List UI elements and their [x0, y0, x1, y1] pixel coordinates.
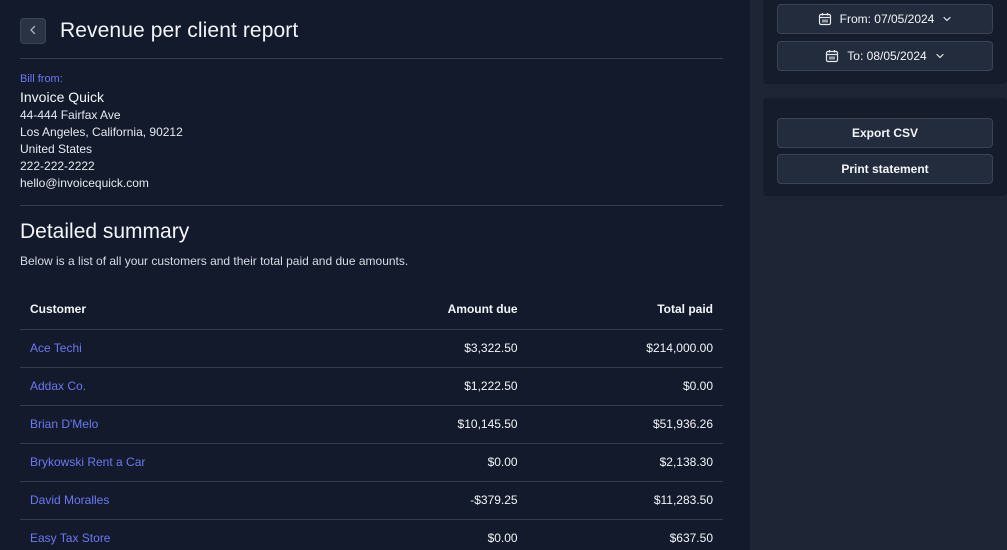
table-row: Brian D'Melo $10,145.50 $51,936.26 — [20, 405, 723, 444]
revenue-table: Customer Amount due Total paid Ace Techi… — [20, 290, 723, 550]
customer-link[interactable]: David Moralles — [30, 493, 109, 507]
customer-link[interactable]: Brykowski Rent a Car — [30, 455, 145, 469]
total-paid-cell: $2,138.30 — [527, 443, 723, 482]
table-row: Ace Techi $3,322.50 $214,000.00 — [20, 329, 723, 368]
right-sidebar: From: 07/05/2024 To: 08/05/2024 Export C… — [750, 0, 1007, 550]
amount-due-cell: -$379.25 — [324, 481, 528, 520]
customer-link[interactable]: Addax Co. — [30, 379, 86, 393]
chevron-left-icon — [28, 22, 38, 40]
column-header-customer[interactable]: Customer — [20, 290, 325, 330]
customer-cell: Brian D'Melo — [20, 405, 325, 444]
amount-due-cell: $3,322.50 — [324, 329, 528, 368]
table-row: David Moralles -$379.25 $11,283.50 — [20, 481, 723, 520]
total-paid-cell: $0.00 — [527, 367, 723, 406]
bill-from-label: Bill from: — [20, 73, 63, 85]
bill-phone: 222-222-2222 — [20, 159, 95, 173]
export-csv-button[interactable]: Export CSV — [777, 118, 993, 148]
bill-address-line1: 44-444 Fairfax Ave — [20, 108, 121, 122]
from-date-label: From: 07/05/2024 — [839, 12, 935, 26]
page-title: Revenue per client report — [60, 19, 299, 42]
main-content: Revenue per client report Bill from: Inv… — [20, 0, 723, 550]
bill-country: United States — [20, 142, 93, 156]
customer-cell: Ace Techi — [20, 329, 325, 368]
column-header-amount-due[interactable]: Amount due — [324, 290, 528, 330]
summary-description: Below is a list of all your customers an… — [20, 254, 409, 268]
column-header-total-paid[interactable]: Total paid — [527, 290, 723, 330]
print-statement-button[interactable]: Print statement — [777, 154, 993, 184]
table-row: Brykowski Rent a Car $0.00 $2,138.30 — [20, 443, 723, 482]
amount-due-cell: $0.00 — [324, 519, 528, 550]
amount-due-cell: $1,222.50 — [324, 367, 528, 406]
customer-cell: Easy Tax Store — [20, 519, 325, 550]
customer-cell: Addax Co. — [20, 367, 325, 406]
table-row: Addax Co. $1,222.50 $0.00 — [20, 367, 723, 406]
chevron-down-icon — [935, 51, 945, 61]
customer-link[interactable]: Easy Tax Store — [30, 531, 110, 545]
to-date-label: To: 08/05/2024 — [847, 49, 927, 63]
amount-due-cell: $0.00 — [324, 443, 528, 482]
from-date-picker[interactable]: From: 07/05/2024 — [777, 4, 993, 34]
page-header: Revenue per client report — [20, 0, 723, 59]
total-paid-cell: $637.50 — [527, 519, 723, 550]
bill-company-name: Invoice Quick — [20, 89, 105, 105]
to-date-picker[interactable]: To: 08/05/2024 — [777, 41, 993, 71]
actions-card: Export CSV Print statement — [763, 98, 1007, 196]
table-header-row: Customer Amount due Total paid — [20, 290, 723, 330]
total-paid-cell: $11,283.50 — [527, 481, 723, 520]
bill-address-line2: Los Angeles, California, 90212 — [20, 125, 183, 139]
customer-link[interactable]: Ace Techi — [30, 341, 82, 355]
total-paid-cell: $51,936.26 — [527, 405, 723, 444]
customer-cell: Brykowski Rent a Car — [20, 443, 325, 482]
customer-link[interactable]: Brian D'Melo — [30, 417, 98, 431]
chevron-down-icon — [942, 14, 952, 24]
back-button[interactable] — [20, 18, 46, 44]
total-paid-cell: $214,000.00 — [527, 329, 723, 368]
calendar-icon — [825, 49, 839, 63]
bill-email: hello@invoicequick.com — [20, 176, 149, 190]
page: Revenue per client report Bill from: Inv… — [0, 0, 1007, 550]
bill-from-section: Bill from: Invoice Quick 44-444 Fairfax … — [20, 59, 723, 206]
table-row: Easy Tax Store $0.00 $637.50 — [20, 519, 723, 550]
date-range-card: From: 07/05/2024 To: 08/05/2024 — [763, 0, 1007, 84]
summary-title: Detailed summary — [20, 220, 190, 243]
amount-due-cell: $10,145.50 — [324, 405, 528, 444]
customer-cell: David Moralles — [20, 481, 325, 520]
calendar-icon — [818, 12, 832, 26]
